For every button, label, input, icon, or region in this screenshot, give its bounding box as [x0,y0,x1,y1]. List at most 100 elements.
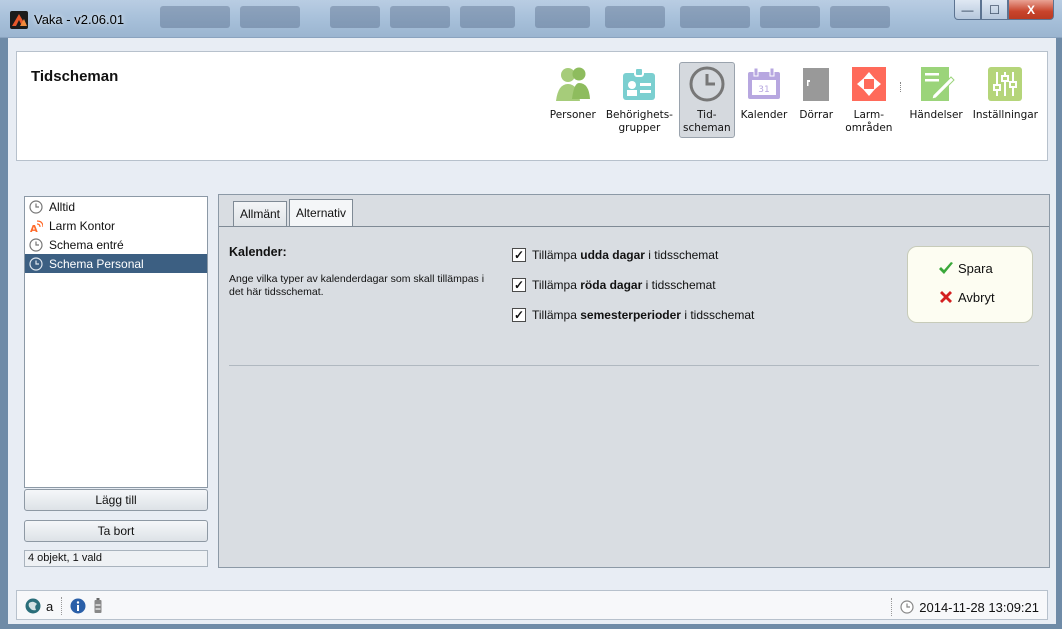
add-button[interactable]: Lägg till [24,489,208,511]
main-toolbar: Personer Behörighets- grupper Tid- schem… [545,62,1043,138]
toolbar-larmomraden[interactable]: Larm- områden [841,62,896,138]
window-titlebar[interactable]: Vaka - v2.06.01 — ☐ X [0,0,1062,38]
maximize-button[interactable]: ☐ [981,0,1008,20]
toolbar-kalender[interactable]: 31 Kalender [737,62,792,125]
list-item-selected[interactable]: Schema Personal [25,254,207,273]
save-label: Spara [958,260,993,276]
list-item[interactable]: Alltid [25,197,207,216]
checkmark-icon: ✓ [513,308,525,322]
list-item-label: Schema Personal [49,256,144,271]
section-description: Ange vilka typer av kalenderdagar som sk… [229,273,485,298]
svg-text:31: 31 [758,85,769,95]
toolbar-separator [900,82,902,92]
check-icon [938,260,954,276]
background-tab [760,6,820,28]
toolbar-label: Larm- områden [845,109,893,134]
option-prefix: Tillämpa [532,308,577,322]
action-box: Spara Avbryt [907,246,1033,323]
minimize-button[interactable]: — [954,0,981,20]
clock-icon [29,199,43,214]
door-icon [797,65,835,103]
list-item[interactable]: A Larm Kontor [25,216,207,235]
option-prefix: Tillämpa [532,278,577,292]
schedule-list[interactable]: Alltid A Larm Kontor Schema entré Schema… [24,196,208,488]
close-icon: X [1026,2,1035,17]
list-item-label: Schema entré [49,237,124,252]
background-tab [240,6,300,28]
background-tab [830,6,890,28]
background-tab [160,6,230,28]
page-title: Tidscheman [31,68,119,85]
list-item-label: Larm Kontor [49,218,116,233]
toolbar-handelser[interactable]: Händelser [905,62,966,125]
edit-log-icon [917,65,955,103]
status-bar: a 2014-11-28 13:09:21 [16,590,1048,620]
calendar-icon: 31 [745,65,783,103]
people-icon [554,65,592,103]
selection-count: 4 objekt, 1 vald [24,550,208,567]
background-tab [390,6,450,28]
clock-icon [900,600,914,614]
checkbox-box[interactable]: ✓ [512,308,526,322]
option-bold: röda dagar [580,278,643,292]
status-separator [61,597,63,615]
option-suffix: i tidsschemat [684,308,755,322]
badge-icon [620,65,658,103]
toolbar-tidscheman[interactable]: Tid- scheman [678,62,735,138]
user-globe-icon[interactable] [25,598,41,614]
toolbar-label: Personer [549,109,596,121]
save-button[interactable]: Spara [938,260,993,276]
toolbar-label: Behörighets- grupper [605,109,673,134]
minimize-icon: — [961,2,974,17]
background-tab [535,6,590,28]
maximize-icon: ☐ [989,2,1000,17]
user-name: a [46,598,54,614]
sliders-icon [986,65,1024,103]
clock-icon [29,237,43,252]
background-tab [330,6,380,28]
toolbar-personer[interactable]: Personer [546,62,600,125]
toolbar-installningar[interactable]: Inställningar [969,62,1042,125]
toolbar-label: Kalender [740,109,788,121]
toolbar-label: Dörrar [799,109,834,121]
option-bold: udda dagar [580,248,645,262]
status-separator [891,598,893,616]
checkbox-box[interactable]: ✓ [512,248,526,262]
cross-icon [938,289,954,305]
window-client: Tidscheman Personer Behörighets- grupper… [8,38,1056,624]
cancel-label: Avbryt [958,289,995,305]
alarm-icon: A [29,219,43,233]
background-tab [680,6,750,28]
checkbox-semesterperioder[interactable]: ✓ Tillämpa semesterperioder i tidsschema… [512,308,754,322]
tab-allmant[interactable]: Allmänt [233,201,288,226]
app-logo-icon [10,11,28,29]
toolbar-behorighetsgrupper[interactable]: Behörighets- grupper [602,62,677,138]
list-item[interactable]: Schema entré [25,235,207,254]
toolbar-label: Tid- scheman [682,109,731,134]
remove-button[interactable]: Ta bort [24,520,208,542]
list-item-label: Alltid [49,199,76,214]
checkmark-icon: ✓ [513,248,525,262]
toolbar-dorrar[interactable]: Dörrar [793,62,839,125]
section-title: Kalender: [229,245,287,259]
background-tab [605,6,665,28]
background-tab [460,6,515,28]
toolbar-label: Inställningar [972,109,1038,121]
detail-panel: Allmänt Alternativ Kalender: Ange vilka … [218,194,1050,568]
header: Tidscheman Personer Behörighets- grupper… [16,51,1048,161]
alarm-areas-icon [850,65,888,103]
toolbar-label: Händelser [909,109,963,121]
checkbox-roda-dagar[interactable]: ✓ Tillämpa röda dagar i tidsschemat [512,278,716,292]
option-suffix: i tidsschemat [645,278,716,292]
clock-icon [29,256,43,271]
checkbox-box[interactable]: ✓ [512,278,526,292]
info-icon[interactable] [70,598,86,614]
tab-strip-line [219,226,1049,227]
tab-alternativ[interactable]: Alternativ [289,199,354,226]
checkbox-udda-dagar[interactable]: ✓ Tillämpa udda dagar i tidsschemat [512,248,718,262]
option-suffix: i tidsschemat [648,248,719,262]
close-button[interactable]: X [1008,0,1054,20]
cancel-button[interactable]: Avbryt [938,289,995,305]
battery-icon [94,598,102,614]
status-datetime: 2014-11-28 13:09:21 [919,599,1039,615]
